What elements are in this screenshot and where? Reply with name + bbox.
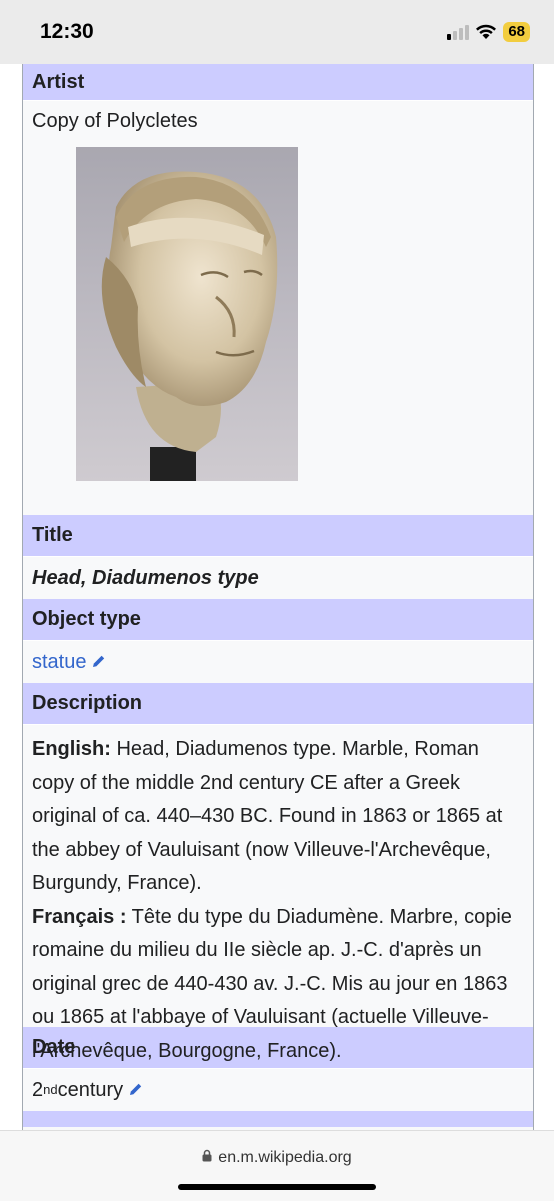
description-en-text: Head, Diadumenos type. Marble, Roman cop… — [32, 738, 503, 894]
description-en-label: English: — [32, 738, 111, 760]
pencil-icon[interactable] — [129, 1079, 143, 1102]
wifi-icon — [475, 24, 497, 40]
date-cell: 2nd century — [23, 1069, 533, 1111]
address-bar[interactable]: en.m.wikipedia.org — [0, 1149, 554, 1167]
date-word: century — [57, 1078, 124, 1101]
title-label: Title — [23, 515, 533, 557]
date-number: 2 — [32, 1078, 44, 1101]
lock-icon — [202, 1149, 212, 1167]
artist-value: Copy of Polycletes — [23, 101, 533, 141]
object-type-cell: statue — [23, 641, 533, 683]
pencil-icon[interactable] — [92, 651, 106, 674]
title-value: Head, Diadumenos type — [23, 557, 533, 599]
image-cell — [23, 141, 533, 515]
statue-photo[interactable] — [76, 147, 298, 481]
artist-label: Artist — [23, 64, 533, 101]
status-time: 12:30 — [40, 20, 94, 43]
status-bar: 12:30 68 — [0, 0, 554, 64]
object-type-link[interactable]: statue — [32, 651, 86, 674]
next-row-header — [23, 1111, 533, 1127]
status-indicators: 68 — [447, 22, 530, 42]
object-type-label: Object type — [23, 599, 533, 641]
url-text: en.m.wikipedia.org — [218, 1149, 352, 1166]
browser-bottom-bar: en.m.wikipedia.org — [0, 1130, 554, 1201]
battery-indicator: 68 — [503, 22, 530, 42]
description-text: English: Head, Diadumenos type. Marble, … — [23, 725, 533, 1062]
home-indicator[interactable] — [178, 1184, 376, 1190]
infobox: Artist Copy of Polycletes Title Head, Di… — [22, 64, 534, 1130]
description-label: Description — [23, 683, 533, 725]
signal-icon — [447, 24, 470, 40]
description-fr-label: Français : — [32, 905, 127, 928]
